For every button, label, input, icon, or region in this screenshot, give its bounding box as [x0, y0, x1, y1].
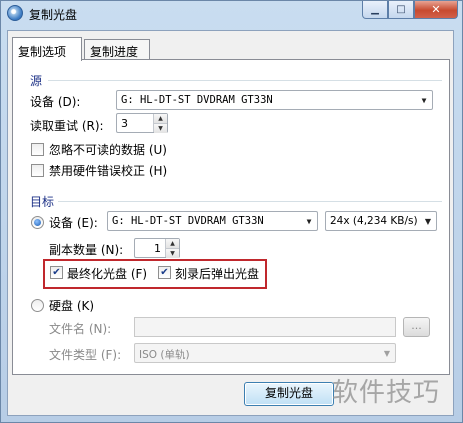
filename-label: 文件名 (N):: [49, 322, 112, 336]
disable-hw-ecc-label: 禁用硬件错误校正 (H): [49, 164, 168, 178]
target-group-divider: [58, 201, 442, 202]
chevron-down-icon: ▼: [383, 348, 391, 358]
minimize-button[interactable]: ▁: [362, 1, 388, 19]
target-device-radio[interactable]: [31, 216, 44, 229]
spin-up-icon[interactable]: ▲: [154, 114, 167, 123]
filetype-value: ISO (单轨): [139, 349, 190, 361]
window-title: 复制光盘: [29, 8, 78, 22]
source-device-select[interactable]: G: HL-DT-ST DVDRAM GT33N ▼: [116, 90, 433, 110]
finalize-disc-label: 最终化光盘 (F): [67, 267, 148, 281]
browse-button[interactable]: ...: [403, 317, 430, 337]
tab-copy-progress[interactable]: 复制进度: [84, 39, 150, 61]
copies-value: 1: [154, 242, 161, 255]
harddisk-radio[interactable]: [31, 299, 44, 312]
tab-copy-progress-label: 复制进度: [90, 45, 139, 59]
ignore-unreadable-label: 忽略不可读的数据 (U): [49, 143, 167, 157]
write-speed-value: 24x (4,234 KB/s): [330, 215, 418, 227]
close-button[interactable]: ✕: [414, 1, 458, 19]
spin-up-icon[interactable]: ▲: [166, 239, 179, 248]
harddisk-label: 硬盘 (K): [49, 299, 95, 313]
filename-input[interactable]: [134, 317, 396, 337]
copies-stepper[interactable]: 1 ▲ ▼: [134, 238, 180, 258]
filetype-select[interactable]: ISO (单轨) ▼: [134, 343, 396, 363]
watermark-text: 软件技巧: [332, 378, 441, 408]
filetype-label: 文件类型 (F):: [49, 348, 122, 362]
read-retry-stepper[interactable]: 3 ▲ ▼: [116, 113, 168, 133]
source-group-divider: [48, 80, 442, 81]
chevron-down-icon: ▼: [424, 216, 432, 226]
disc-app-icon: [7, 5, 23, 21]
maximize-button[interactable]: □: [388, 1, 414, 19]
copies-label: 副本数量 (N):: [49, 243, 124, 257]
disable-hw-ecc-checkbox[interactable]: [31, 164, 44, 177]
target-device-label: 设备 (E):: [49, 216, 98, 230]
target-device-select[interactable]: G: HL-DT-ST DVDRAM GT33N ▼: [107, 211, 318, 231]
source-device-value: G: HL-DT-ST DVDRAM GT33N: [121, 94, 273, 106]
target-group-label: 目标: [30, 195, 55, 209]
spin-down-icon[interactable]: ▼: [154, 123, 167, 133]
check-icon: ✔: [52, 266, 61, 278]
copy-disc-button[interactable]: 复制光盘: [244, 382, 334, 406]
title-bar[interactable]: 复制光盘 ▁ □ ✕: [1, 1, 462, 25]
minimize-icon: ▁: [371, 3, 379, 15]
ignore-unreadable-checkbox[interactable]: [31, 143, 44, 156]
source-group-label: 源: [30, 74, 43, 88]
tab-copy-options[interactable]: 复制选项: [12, 37, 82, 61]
spin-down-icon[interactable]: ▼: [166, 248, 179, 258]
target-device-value: G: HL-DT-ST DVDRAM GT33N: [112, 215, 264, 227]
eject-after-burn-checkbox[interactable]: ✔: [158, 266, 171, 279]
chevron-down-icon: ▼: [421, 95, 427, 105]
chevron-down-icon: ▼: [306, 216, 312, 226]
maximize-icon: □: [396, 3, 406, 15]
source-device-label: 设备 (D):: [30, 95, 81, 109]
write-speed-select[interactable]: 24x (4,234 KB/s) ▼: [325, 211, 437, 231]
tab-copy-options-label: 复制选项: [18, 45, 67, 59]
eject-after-burn-label: 刻录后弹出光盘: [175, 267, 260, 281]
finalize-disc-checkbox[interactable]: ✔: [50, 266, 63, 279]
read-retry-label: 读取重试 (R):: [30, 119, 104, 133]
read-retry-value: 3: [121, 117, 128, 130]
window-controls: ▁ □ ✕: [362, 1, 458, 19]
check-icon: ✔: [160, 266, 169, 278]
close-icon: ✕: [431, 3, 441, 16]
